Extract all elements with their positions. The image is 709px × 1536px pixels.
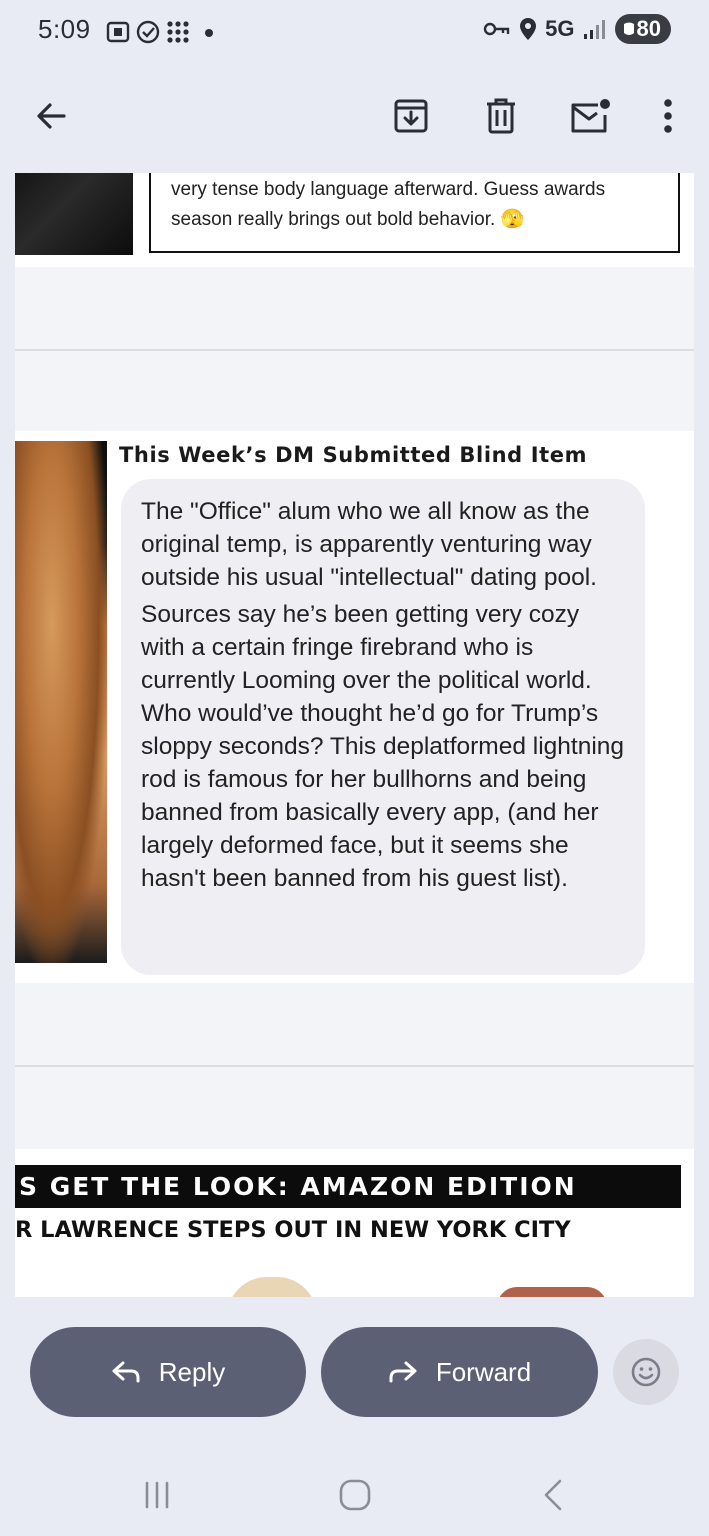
blind-item-title: This Week’s DM Submitted Blind Item — [119, 443, 588, 467]
quote-text: very tense body language afterward. Gues… — [171, 179, 606, 230]
forward-icon — [389, 1361, 417, 1383]
archive-button[interactable] — [387, 92, 435, 140]
status-bar: 5:09 5G 80 — [0, 0, 709, 68]
notification-dot — [205, 29, 213, 37]
location-icon — [520, 18, 537, 40]
spacer-section — [15, 983, 694, 1065]
archive-icon — [394, 99, 428, 133]
section-banner: S GET THE LOOK: AMAZON EDITION — [15, 1165, 681, 1208]
vpn-key-icon — [483, 22, 510, 36]
trash-icon — [487, 98, 515, 134]
forward-button[interactable]: Forward — [321, 1327, 598, 1417]
product-photo — [497, 1287, 607, 1297]
delete-button[interactable] — [477, 92, 525, 140]
arrow-left-icon — [37, 103, 66, 129]
status-right: 5G 80 — [483, 14, 671, 44]
battery-icon — [623, 22, 634, 35]
spacer-section — [15, 351, 694, 431]
fur-coat-photo — [15, 441, 107, 963]
reply-icon — [112, 1361, 140, 1383]
spacer-section — [15, 267, 694, 349]
home-icon — [339, 1479, 371, 1511]
system-back-button[interactable] — [528, 1470, 578, 1520]
emoji-reaction-button[interactable] — [613, 1339, 679, 1405]
mark-unread-icon — [571, 99, 610, 133]
section-banner-text: S GET THE LOOK: AMAZON EDITION — [19, 1172, 577, 1201]
more-vert-icon — [664, 99, 672, 133]
check-circle-icon — [136, 20, 160, 44]
blind-item-paragraph: Sources say he’s been getting very cozy … — [141, 601, 625, 892]
blind-item-paragraph: The "Office" alum who we all know as the… — [141, 498, 597, 591]
apps-grid-icon — [167, 21, 189, 43]
reply-label: Reply — [158, 1356, 226, 1387]
status-time: 5:09 — [38, 14, 91, 44]
mark-unread-button[interactable] — [566, 92, 614, 140]
section-subhead: R LAWRENCE STEPS OUT IN NEW YORK CITY — [15, 1217, 571, 1243]
more-options-button[interactable] — [644, 92, 692, 140]
celebrity-photo — [15, 173, 133, 255]
spacer-section — [15, 1067, 694, 1149]
chevron-left-icon — [544, 1479, 562, 1511]
quote-box: very tense body language afterward. Gues… — [149, 173, 680, 253]
signal-icon — [583, 20, 605, 39]
battery-level: 80 — [636, 16, 661, 41]
home-button[interactable] — [330, 1470, 380, 1520]
email-toolbar — [0, 68, 709, 174]
back-button[interactable] — [27, 92, 75, 140]
recent-apps-button[interactable] — [132, 1470, 182, 1520]
forward-label: Forward — [435, 1356, 532, 1387]
screenshot-icon — [106, 21, 130, 43]
network-label: 5G — [545, 16, 575, 41]
smiley-icon — [631, 1357, 661, 1387]
blind-item-bubble: The "Office" alum who we all know as the… — [121, 479, 645, 975]
battery-badge: 80 — [614, 14, 671, 44]
recents-icon — [145, 1481, 169, 1509]
email-body[interactable]: very tense body language afterward. Gues… — [15, 173, 694, 1297]
reply-button[interactable]: Reply — [30, 1327, 306, 1417]
